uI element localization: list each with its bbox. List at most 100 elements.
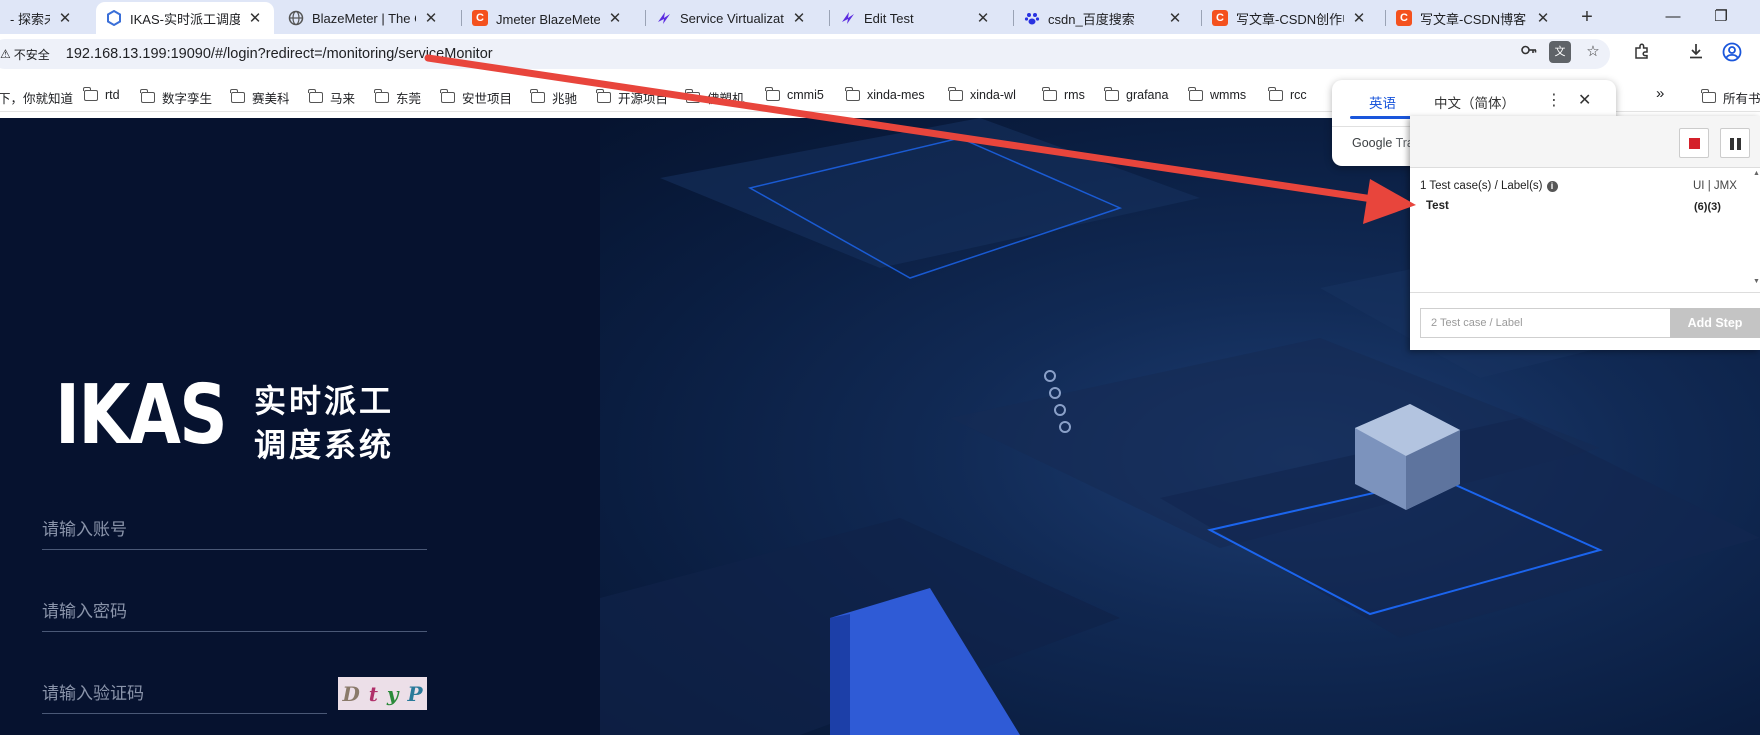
tab-title: IKAS-实时派工调度系统 [130,11,240,27]
address-bar[interactable]: ⚠ 不安全 192.168.13.199:19090/#/login?redir… [0,39,1610,69]
bookmark-folder[interactable]: 兆驰 [530,88,577,107]
recorder-header [1410,116,1760,168]
bookmark-folder[interactable]: 数字孪生 [140,88,213,107]
folder-icon [530,89,545,103]
login-panel: IKAS 实时派工 调度系统 D t y P [0,118,600,735]
close-icon[interactable]: ✕ [422,9,440,27]
new-tab-button[interactable]: + [1574,4,1600,30]
bookmark-folder[interactable]: 东莞 [374,88,422,107]
bookmark-folder[interactable]: 开源项目 [596,88,668,107]
bookmark-folder[interactable]: rcc [1268,86,1307,102]
csdn-icon: C [1396,10,1412,26]
test-case-label-input[interactable] [1420,308,1670,338]
bookmark-baidu[interactable]: 下，你就知道 [0,88,73,107]
folder-icon [1268,86,1283,101]
bookmark-folder[interactable]: rms [1042,86,1085,102]
tab-title: - 探索未知 [10,11,50,27]
security-label: 不安全 [13,47,50,62]
captcha-image[interactable]: D t y P [338,677,427,710]
add-step-button[interactable]: Add Step [1670,308,1760,338]
close-icon[interactable]: ✕ [1578,90,1591,110]
bookmark-folder[interactable]: xinda-mes [845,86,925,102]
tab-jmeter-blazemeter[interactable]: C Jmeter BlazeMeter插件 ✕ [462,2,634,34]
captcha-input[interactable] [42,674,327,713]
password-field[interactable] [42,592,427,632]
minimize-icon[interactable]: — [1658,4,1688,30]
bookmark-label: 东莞 [396,92,422,106]
bookmark-label: xinda-wl [970,88,1016,102]
tab-title: csdn_百度搜索 [1048,11,1135,27]
bookmark-folder[interactable]: 安世项目 [440,88,513,107]
close-icon[interactable]: ✕ [1166,9,1184,27]
tab-edit-test[interactable]: Edit Test ✕ [830,2,1002,34]
folder-icon [1104,86,1119,101]
account-field[interactable] [42,510,427,550]
scroll-up-icon[interactable]: ▲ [1753,170,1760,177]
folder-icon [230,89,245,103]
blazemeter-icon [840,10,856,26]
scrollbar[interactable]: ▲ ▼ [1753,168,1760,290]
extensions-icon[interactable] [1630,42,1654,66]
globe-icon [288,10,304,26]
tab-blazemeter[interactable]: BlazeMeter | The Continuous Testing Plat… [278,2,450,34]
bookmark-folder[interactable]: cmmi5 [765,86,824,102]
tab-ikas[interactable]: IKAS-实时派工调度系统 ✕ [96,2,274,34]
all-bookmarks-button[interactable]: 所有书签 [1701,88,1760,107]
password-input[interactable] [42,592,427,631]
close-icon[interactable]: ✕ [606,9,624,27]
folder-icon [1042,86,1057,101]
tab-service-virtualization[interactable]: Service Virtualization ✕ [646,2,818,34]
close-icon[interactable]: ✕ [974,9,992,27]
format-toggle[interactable]: UI | JMX [1693,180,1737,192]
translate-icon[interactable]: 文 [1549,41,1571,63]
bookmark-folder[interactable]: wmms [1188,86,1246,102]
restore-icon[interactable]: ❐ [1706,4,1736,30]
folder-icon [308,89,323,103]
url-text[interactable]: 192.168.13.199:19090/#/login?redirect=/m… [66,46,493,62]
bookmark-folder[interactable]: xinda-wl [948,86,1016,102]
scroll-down-icon[interactable]: ▼ [1753,278,1760,285]
bookmark-label: 马来 [330,92,356,106]
bookmark-folder[interactable]: 马来 [308,88,356,107]
close-icon[interactable]: ✕ [246,9,264,27]
bookmarks-overflow-button[interactable]: » [1656,85,1664,102]
blazemeter-recorder-panel: 1 Test case(s) / Label(s) i UI | JMX Test… [1410,116,1760,350]
bookmark-label: rms [1064,88,1085,102]
tab-target-language[interactable]: 中文（简体） [1434,92,1515,112]
key-icon[interactable] [1518,41,1540,63]
security-indicator[interactable]: ⚠ 不安全 [0,46,50,63]
info-icon[interactable]: i [1546,181,1558,192]
tab-csdn-editor[interactable]: C 写文章-CSDN创作中心 ✕ [1202,2,1378,34]
folder-icon [1188,86,1203,101]
pause-recording-button[interactable] [1720,128,1750,158]
test-case-counts: (6)(3) [1694,201,1721,213]
download-icon[interactable] [1684,42,1708,66]
captcha-field[interactable] [42,674,327,714]
bookmark-folder[interactable]: rtd [83,86,120,102]
test-case-name[interactable]: Test [1426,200,1449,212]
account-input[interactable] [42,510,427,549]
browser-tab-strip: - 探索未知 ✕ IKAS-实时派工调度系统 ✕ BlazeMeter | Th… [0,0,1760,34]
stop-recording-button[interactable] [1679,128,1709,158]
folder-icon [765,86,780,101]
tab-explore[interactable]: - 探索未知 ✕ [0,2,84,34]
bookmark-label: 数字孪生 [162,92,213,106]
close-icon[interactable]: ✕ [1350,9,1368,27]
bookmark-folder[interactable]: grafana [1104,86,1168,102]
more-vert-icon[interactable]: ⋮ [1546,90,1562,110]
tab-title: 写文章-CSDN创作中心 [1236,11,1344,27]
folder-icon [83,86,98,101]
bookmark-label: 安世项目 [462,92,513,106]
close-icon[interactable]: ✕ [790,9,808,27]
bookmark-label: rtd [105,88,120,102]
close-icon[interactable]: ✕ [56,9,74,27]
tab-source-language[interactable]: 英语 [1369,92,1396,112]
star-icon[interactable]: ☆ [1582,41,1604,63]
tab-title: 写文章-CSDN博客 [1420,11,1527,27]
tab-baidu-search[interactable]: csdn_百度搜索 ✕ [1014,2,1194,34]
tab-csdn-blog[interactable]: C 写文章-CSDN博客 ✕ [1386,2,1562,34]
bookmark-folder[interactable]: 赛美科 [230,88,290,107]
close-icon[interactable]: ✕ [1534,9,1552,27]
profile-icon[interactable] [1720,42,1744,66]
bookmark-folder[interactable]: 佛塑机 [685,88,745,107]
